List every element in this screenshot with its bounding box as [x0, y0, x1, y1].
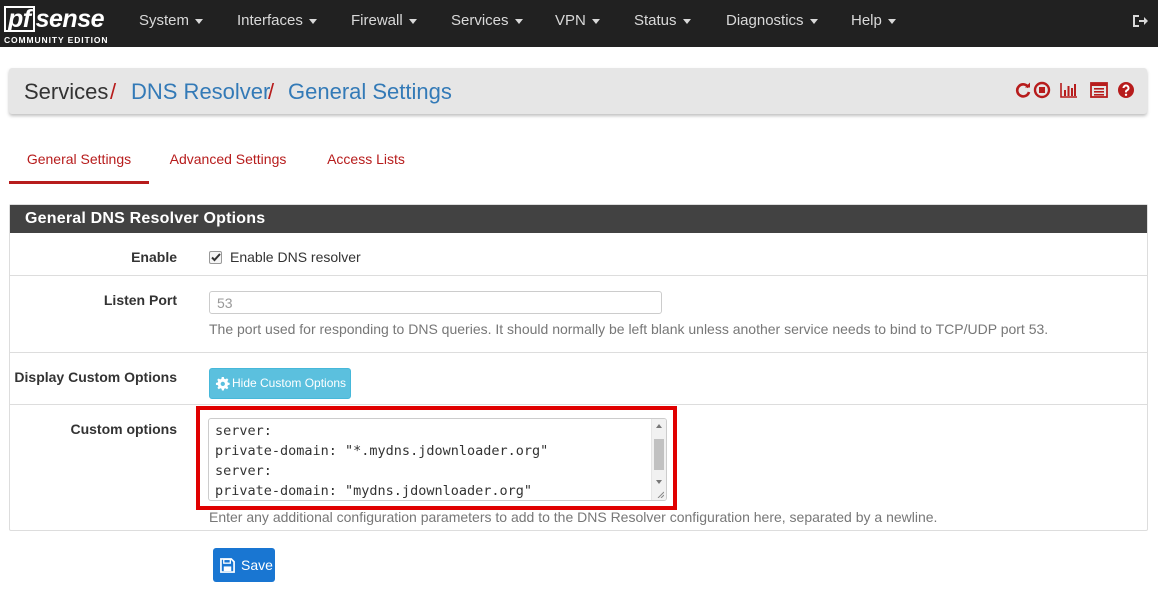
- caret-down-icon: [308, 18, 317, 24]
- caret-down-icon: [682, 18, 691, 24]
- tab-advanced-settings[interactable]: Advanced Settings: [159, 137, 297, 184]
- check-icon: [211, 253, 221, 262]
- top-navbar: pf sense COMMUNITY EDITION System Interfa…: [0, 0, 1158, 47]
- nav-services[interactable]: Services: [451, 0, 523, 47]
- logo-sense: sense: [35, 5, 105, 33]
- caret-down-icon: [195, 18, 204, 24]
- listen-port-input[interactable]: 53: [209, 291, 662, 314]
- textarea-line: server:: [215, 463, 272, 479]
- nav-interfaces-label: Interfaces: [237, 12, 303, 29]
- nav-diagnostics-label: Diagnostics: [726, 12, 804, 29]
- restart-icon[interactable]: [1014, 81, 1032, 99]
- logo-pf: pf: [4, 6, 35, 32]
- tab-general-settings[interactable]: General Settings: [9, 137, 149, 184]
- caret-down-icon: [887, 18, 896, 24]
- textarea-scrollbar[interactable]: [651, 419, 666, 500]
- logo-wordmark: pf sense: [4, 4, 105, 34]
- logo-edition: COMMUNITY EDITION: [4, 35, 109, 45]
- scroll-down-arrow-icon[interactable]: [656, 480, 662, 484]
- caret-down-icon: [514, 18, 523, 24]
- save-button[interactable]: Save: [213, 548, 275, 582]
- nav-system[interactable]: System: [139, 0, 204, 47]
- caret-down-icon: [591, 18, 600, 24]
- caret-down-icon: [809, 18, 818, 24]
- pfsense-logo[interactable]: pf sense COMMUNITY EDITION: [4, 4, 112, 45]
- row-divider: [10, 275, 1147, 276]
- nav-status-label: Status: [634, 12, 677, 29]
- nav-firewall-label: Firewall: [351, 12, 403, 29]
- custom-options-label: Custom options: [70, 421, 177, 437]
- nav-firewall[interactable]: Firewall: [351, 0, 417, 47]
- textarea-line: server:: [215, 423, 272, 439]
- nav-system-label: System: [139, 12, 190, 29]
- gear-icon: [215, 376, 230, 391]
- log-icon[interactable]: [1090, 81, 1108, 99]
- save-label: Save: [241, 557, 273, 573]
- custom-options-content: server: private-domain: "*.mydns.jdownloa…: [215, 421, 549, 500]
- tab-access-lists[interactable]: Access Lists: [315, 137, 417, 184]
- nav-interfaces[interactable]: Interfaces: [237, 0, 317, 47]
- textarea-line: private-domain: "mydns.jdownloader.org": [215, 483, 532, 499]
- breadcrumb-root: Services: [24, 79, 109, 104]
- row-divider: [10, 352, 1147, 353]
- panel-title: General DNS Resolver Options: [10, 205, 1147, 233]
- row-divider: [10, 404, 1147, 405]
- hide-custom-options-button[interactable]: Hide Custom Options: [209, 368, 351, 399]
- nav-diagnostics[interactable]: Diagnostics: [726, 0, 818, 47]
- nav-vpn[interactable]: VPN: [555, 0, 600, 47]
- breadcrumb-separator: /: [110, 79, 117, 104]
- scroll-up-arrow-icon[interactable]: [656, 424, 662, 428]
- caret-down-icon: [408, 18, 417, 24]
- listen-port-label: Listen Port: [103, 292, 177, 308]
- nav-status[interactable]: Status: [634, 0, 691, 47]
- breadcrumb-general-settings[interactable]: General Settings: [288, 79, 452, 105]
- breadcrumb-separator: /: [268, 79, 275, 104]
- enable-label: Enable: [131, 249, 177, 265]
- textarea-line: private-domain: "*.mydns.jdownloader.org…: [215, 443, 549, 459]
- nav-help[interactable]: Help: [851, 0, 896, 47]
- enable-checkbox-label[interactable]: Enable DNS resolver: [230, 249, 361, 265]
- scroll-thumb[interactable]: [654, 439, 664, 470]
- listen-port-help: The port used for responding to DNS quer…: [209, 321, 1049, 337]
- nav-services-label: Services: [451, 12, 509, 29]
- stop-icon[interactable]: [1033, 81, 1051, 99]
- sign-out-icon[interactable]: [1131, 12, 1149, 30]
- status-chart-icon[interactable]: [1060, 81, 1078, 99]
- nav-help-label: Help: [851, 12, 882, 29]
- enable-checkbox[interactable]: [209, 251, 222, 264]
- hide-custom-options-label: Hide Custom Options: [232, 376, 347, 390]
- nav-vpn-label: VPN: [555, 12, 586, 29]
- breadcrumb-dns-resolver[interactable]: DNS Resolver: [131, 79, 270, 105]
- help-icon[interactable]: [1117, 81, 1135, 99]
- display-custom-options-label: Display Custom Options: [14, 369, 177, 385]
- breadcrumb: Services / DNS Resolver / General Settin…: [9, 68, 1147, 114]
- resize-grip-icon[interactable]: [657, 491, 664, 498]
- save-icon: [220, 558, 235, 573]
- custom-options-textarea[interactable]: server: private-domain: "*.mydns.jdownloa…: [208, 418, 667, 501]
- custom-options-help: Enter any additional configuration param…: [209, 509, 938, 525]
